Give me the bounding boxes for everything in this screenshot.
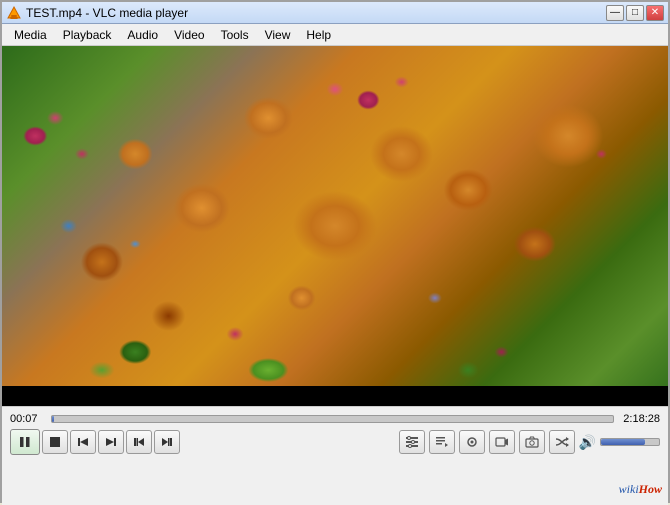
menu-view[interactable]: View (257, 24, 299, 45)
snapshot-button[interactable] (519, 430, 545, 454)
record-icon (495, 435, 509, 449)
extended-settings-button[interactable] (399, 430, 425, 454)
previous-button[interactable] (70, 430, 96, 454)
frame-back-button[interactable] (126, 430, 152, 454)
menu-video[interactable]: Video (166, 24, 212, 45)
menu-bar: Media Playback Audio Video Tools View He… (2, 24, 668, 46)
minimize-button[interactable]: — (606, 5, 624, 21)
pause-button[interactable] (10, 429, 40, 455)
wikihow-wiki-text: wiki (619, 482, 639, 496)
shuffle-button[interactable] (549, 430, 575, 454)
maximize-button[interactable]: □ (626, 5, 644, 21)
menu-audio[interactable]: Audio (119, 24, 166, 45)
progress-bar-container: 00:07 2:18:28 (10, 413, 660, 425)
video-area (2, 46, 668, 406)
time-elapsed: 00:07 (10, 413, 45, 425)
menu-media[interactable]: Media (6, 24, 55, 45)
record-button[interactable] (489, 430, 515, 454)
effects-icon (465, 435, 479, 449)
window-title: TEST.mp4 - VLC media player (26, 6, 188, 20)
pause-icon (18, 435, 32, 449)
stop-icon (48, 435, 62, 449)
menu-help[interactable]: Help (298, 24, 339, 45)
menu-playback[interactable]: Playback (55, 24, 120, 45)
black-bar-bottom (2, 386, 668, 406)
close-button[interactable]: ✕ (646, 5, 664, 21)
vlc-icon (6, 5, 22, 21)
frame-forward-button[interactable] (154, 430, 180, 454)
menu-tools[interactable]: Tools (213, 24, 257, 45)
controls-area: 00:07 2:18:28 (2, 406, 668, 505)
progress-fill (52, 416, 54, 422)
volume-area: 🔊 (579, 434, 660, 451)
playlist-button[interactable] (429, 430, 455, 454)
shuffle-icon (555, 435, 569, 449)
progress-bar[interactable] (51, 415, 614, 423)
title-left: TEST.mp4 - VLC media player (6, 5, 188, 21)
snapshot-icon (525, 435, 539, 449)
title-buttons: — □ ✕ (606, 5, 664, 21)
transport-row: 🔊 (10, 429, 660, 455)
transport-right: 🔊 (399, 430, 660, 454)
volume-fill (601, 439, 645, 445)
wikihow-how-text: How (639, 482, 662, 496)
video-content (2, 46, 668, 406)
transport-controls (10, 429, 180, 455)
previous-icon (76, 435, 90, 449)
wikihow-watermark: wikiHow (619, 482, 662, 497)
title-bar: TEST.mp4 - VLC media player — □ ✕ (2, 2, 668, 24)
extended-settings-icon (405, 435, 419, 449)
stop-button[interactable] (42, 430, 68, 454)
frame-forward-icon (160, 435, 174, 449)
effects-button[interactable] (459, 430, 485, 454)
volume-slider[interactable] (600, 438, 660, 446)
frame-back-icon (132, 435, 146, 449)
next-icon (104, 435, 118, 449)
next-button[interactable] (98, 430, 124, 454)
playlist-icon (435, 435, 449, 449)
volume-icon[interactable]: 🔊 (579, 434, 596, 451)
time-total: 2:18:28 (620, 413, 660, 425)
video-overlay (2, 46, 668, 406)
